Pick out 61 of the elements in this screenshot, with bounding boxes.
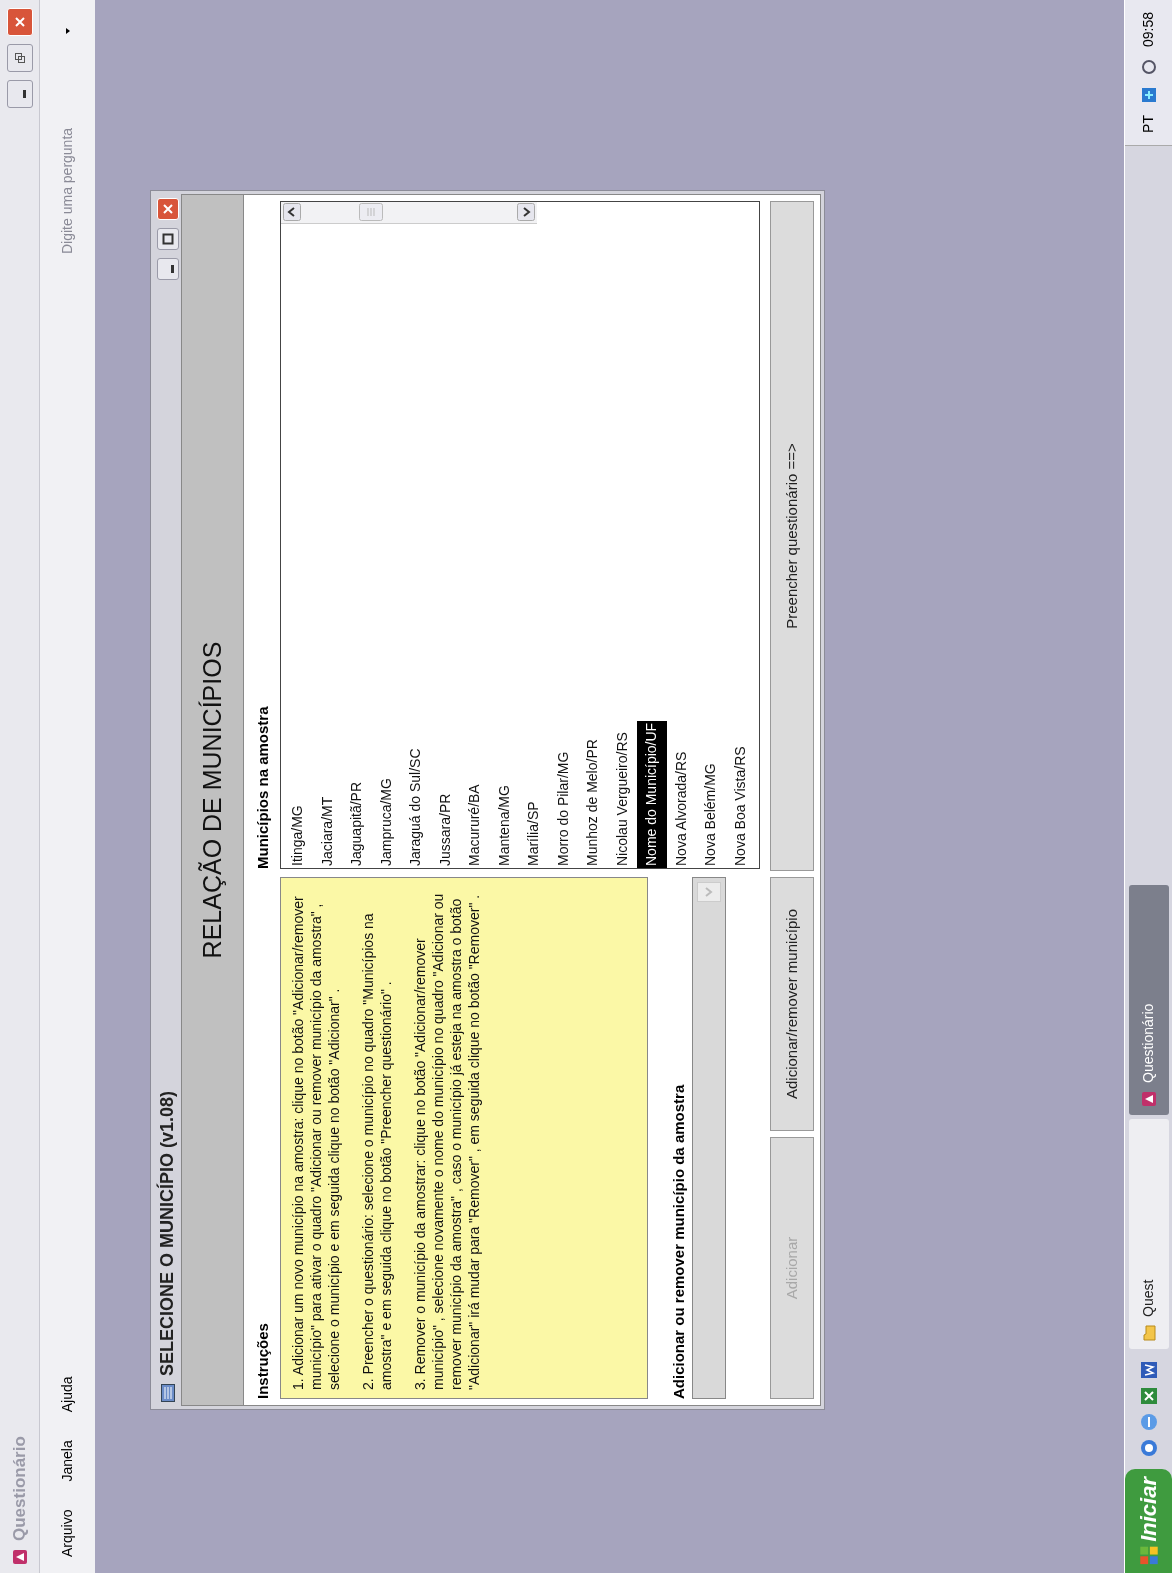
list-item[interactable]: Jaguapitã/PR	[342, 779, 372, 868]
scrollbar[interactable]	[281, 202, 537, 224]
browser-icon[interactable]	[1139, 1439, 1158, 1457]
menu-item[interactable]: Ajuda	[57, 1372, 78, 1417]
scroll-down-icon[interactable]	[517, 203, 535, 222]
list-item[interactable]: Nome do Município/UF	[637, 720, 667, 868]
dropdown-icon[interactable]	[65, 28, 70, 34]
app-icon	[1140, 1091, 1157, 1107]
scroll-up-icon[interactable]	[283, 203, 301, 222]
list-item[interactable]: Nova Alvorada/RS	[666, 749, 696, 868]
section-label: Adicionar ou remover município da amostra	[669, 1083, 688, 1399]
list-item[interactable]: Marília/SP	[519, 799, 549, 868]
app-icon	[11, 1549, 28, 1565]
clock: 09:58	[1139, 12, 1157, 48]
document-icon[interactable]	[1139, 1361, 1158, 1379]
taskbar-button[interactable]: Questionário	[1128, 885, 1169, 1115]
instruction-text: 2. Preencher o questionário: selecione o município no quadro "Municípios na amostra" e em seguida clique no botão "Preencher questionário" .	[359, 912, 395, 1390]
list-item[interactable]: Nova Belém/MG	[696, 761, 726, 868]
menu-item[interactable]: Arquivo	[57, 1505, 78, 1561]
taskbar-button[interactable]: Quest	[1128, 1119, 1169, 1349]
restore-icon	[13, 52, 26, 64]
list-item[interactable]: Morro do Pilar/MG	[548, 749, 578, 868]
spreadsheet-icon[interactable]	[1139, 1387, 1158, 1405]
close-icon	[13, 16, 26, 28]
list-item[interactable]: Jussara/PR	[430, 791, 460, 868]
action-button[interactable]: Preencher questionário ==>	[770, 201, 814, 871]
list-item[interactable]: Munhoz de Melo/PR	[578, 737, 608, 868]
list-item[interactable]: Itinga/MG	[283, 803, 313, 868]
instruction-text: 1. Adicionar um novo município na amostra: clique no botão "Adicionar/remover município" para ativar o quadro "Adicionar ou remover município da amostra" , selecione o município e em seguida clique no botão "Adicionar" .	[289, 895, 343, 1390]
section-label: Instruções	[253, 1322, 272, 1399]
list-item[interactable]: Jaciara/MT	[312, 794, 342, 868]
section-label: Municípios na amostra	[253, 705, 272, 869]
minimize-button[interactable]	[156, 258, 179, 280]
list-item[interactable]: Jamprucа/MG	[371, 776, 401, 868]
maximize-icon	[161, 233, 174, 245]
list-item[interactable]: Nova Boa Vista/RS	[725, 744, 755, 868]
header-title: RELAÇÃO DE MUNICÍPIOS	[196, 641, 227, 959]
start-button[interactable]: Iniciar	[1125, 1469, 1172, 1573]
minimize-icon	[22, 90, 26, 98]
close-button[interactable]	[6, 8, 33, 36]
close-icon	[161, 203, 174, 215]
menu-item[interactable]: Janela	[57, 1436, 78, 1486]
minimize-icon	[170, 265, 174, 273]
windows-logo-icon	[1137, 1545, 1160, 1565]
restore-button[interactable]	[6, 44, 33, 72]
list-item[interactable]: Mantena/MG	[489, 783, 519, 868]
instruction-text: 3. Remover o município da amostrar: clique no botão "Adicionar/remover município" , selecione novamente o nome do município no quadro "Adicionar ou remover município da amostra" , caso o município já esteja na amostra o botão "Adicionar" irá mudar para "Remover" , em seguida clique no botão "Remover" .	[411, 892, 483, 1390]
list-item[interactable]: Macururé/BA	[460, 782, 490, 868]
minimize-button[interactable]	[6, 80, 33, 108]
close-button[interactable]	[156, 198, 179, 220]
dialog-title: SELECIONE O MUNICÍPIO (v1.08)	[155, 1090, 178, 1376]
list-item[interactable]: Nicolau Vergueiro/RS	[607, 730, 637, 868]
scroll-thumb-icon[interactable]	[359, 203, 383, 222]
form-icon	[160, 1384, 175, 1402]
browser-icon[interactable]	[1139, 1413, 1158, 1431]
language-indicator[interactable]: PT	[1138, 115, 1159, 133]
maximize-button[interactable]	[156, 228, 179, 250]
list-item[interactable]: Jaraguá do Sul/SC	[401, 746, 431, 868]
action-button[interactable]: Adicionar/remover município	[770, 877, 814, 1131]
window-title: Questionário	[8, 1436, 30, 1541]
folder-icon	[1141, 1325, 1156, 1341]
